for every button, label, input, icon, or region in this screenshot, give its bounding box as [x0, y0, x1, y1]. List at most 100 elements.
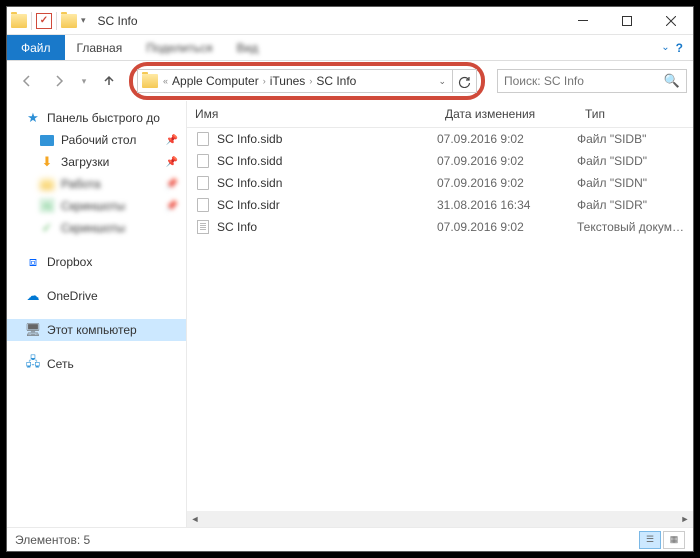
minimize-icon [578, 20, 588, 21]
arrow-left-icon [20, 74, 34, 88]
file-row[interactable]: SC Info07.09.2016 9:02Текстовый докум… [187, 216, 693, 238]
file-name: SC Info.sidb [217, 132, 282, 146]
file-date: 07.09.2016 9:02 [437, 154, 577, 168]
chevron-down-icon: ⌄ [661, 42, 669, 53]
help-icon[interactable]: ? [676, 41, 683, 55]
pin-icon: 📌 [166, 179, 178, 190]
file-row[interactable]: SC Info.sidn07.09.2016 9:02Файл "SIDN" [187, 172, 693, 194]
file-name: SC Info.sidr [217, 198, 280, 212]
file-name-cell: SC Info.sidn [187, 175, 437, 191]
sidebar-network[interactable]: 🖧 Сеть [7, 353, 186, 375]
scroll-left-icon[interactable]: ◄ [187, 511, 203, 527]
check-icon: ✓ [39, 220, 55, 236]
file-name: SC Info.sidd [217, 154, 282, 168]
explorer-window: ✓ ▾ SC Info Файл Главная Поделиться Вид … [6, 6, 694, 552]
breadcrumb-item[interactable]: SC Info [313, 74, 359, 88]
sidebar-this-pc[interactable]: 🖥 Этот компьютер [7, 319, 186, 341]
refresh-button[interactable] [453, 69, 477, 93]
address-bar[interactable]: « Apple Computer › iTunes › SC Info ⌄ [137, 69, 453, 93]
close-icon [666, 16, 676, 26]
navigation-pane: ★ Панель быстрого до Рабочий стол 📌 ⬇ За… [7, 101, 187, 527]
sidebar-downloads[interactable]: ⬇ Загрузки 📌 [7, 151, 186, 173]
tab-home[interactable]: Главная [65, 35, 135, 60]
sidebar-item-label: Панель быстрого до [47, 111, 160, 125]
search-box[interactable]: 🔍 [497, 69, 687, 93]
sidebar-item[interactable]: ✓ Скриншоты [7, 217, 186, 239]
ribbon-toggle[interactable]: ⌄ ? [651, 35, 693, 60]
pin-icon: 📌 [166, 201, 178, 212]
maximize-icon [622, 16, 632, 26]
file-row[interactable]: SC Info.sidd07.09.2016 9:02Файл "SIDD" [187, 150, 693, 172]
view-details-button[interactable]: ☰ [639, 531, 661, 549]
ribbon-tabs: Файл Главная Поделиться Вид ⌄ ? [7, 35, 693, 61]
breadcrumb-overflow-icon[interactable]: « [162, 76, 169, 86]
qat-properties-icon[interactable]: ✓ [36, 13, 52, 29]
maximize-button[interactable] [605, 7, 649, 35]
column-date[interactable]: Дата изменения [437, 105, 577, 123]
sidebar-item-label: Рабочий стол [61, 133, 136, 147]
scroll-right-icon[interactable]: ► [677, 511, 693, 527]
sidebar-quick-access[interactable]: ★ Панель быстрого до [7, 107, 186, 129]
tab-share[interactable]: Поделиться [134, 35, 224, 60]
breadcrumb-item[interactable]: Apple Computer [169, 74, 262, 88]
sidebar-onedrive[interactable]: ☁ OneDrive [7, 285, 186, 307]
file-list: SC Info.sidb07.09.2016 9:02Файл "SIDB"SC… [187, 128, 693, 511]
status-bar: Элементов: 5 ☰ ▦ [7, 527, 693, 551]
forward-button[interactable] [45, 67, 73, 95]
sidebar-item-label: OneDrive [47, 289, 98, 303]
network-icon: 🖧 [25, 356, 41, 372]
file-date: 07.09.2016 9:02 [437, 176, 577, 190]
up-button[interactable] [95, 67, 123, 95]
file-icon [195, 219, 211, 235]
file-date: 31.08.2016 16:34 [437, 198, 577, 212]
address-dropdown-icon[interactable]: ⌄ [432, 76, 452, 87]
sidebar-item[interactable]: 🖼 Скриншоты 📌 [7, 195, 186, 217]
file-name: SC Info.sidn [217, 176, 282, 190]
star-icon: ★ [25, 110, 41, 126]
file-name-cell: SC Info.sidb [187, 131, 437, 147]
quick-access-toolbar: ✓ ▾ [7, 12, 90, 30]
separator [31, 12, 32, 30]
column-name[interactable]: Имя [187, 105, 437, 123]
folder-icon [39, 176, 55, 192]
file-name-cell: SC Info.sidd [187, 153, 437, 169]
close-button[interactable] [649, 7, 693, 35]
file-row[interactable]: SC Info.sidr31.08.2016 16:34Файл "SIDR" [187, 194, 693, 216]
file-icon [195, 153, 211, 169]
separator [56, 12, 57, 30]
search-input[interactable] [504, 74, 664, 88]
back-button[interactable] [13, 67, 41, 95]
folder-icon [11, 14, 27, 28]
item-count: Элементов: 5 [15, 533, 90, 547]
navigation-bar: ▾ « Apple Computer › iTunes › SC Info ⌄ … [7, 61, 693, 101]
sidebar-item-label: Загрузки [61, 155, 109, 169]
file-type: Файл "SIDB" [577, 132, 693, 146]
column-type[interactable]: Тип [577, 105, 693, 123]
sidebar-item-label: Dropbox [47, 255, 92, 269]
file-icon [195, 131, 211, 147]
sidebar-dropbox[interactable]: ⧈ Dropbox [7, 251, 186, 273]
sidebar-item-label: Работа [61, 177, 101, 191]
sidebar-desktop[interactable]: Рабочий стол 📌 [7, 129, 186, 151]
file-name-cell: SC Info [187, 219, 437, 235]
file-row[interactable]: SC Info.sidb 07.09.2016 9:02Файл "SIDB" [187, 128, 693, 150]
search-icon[interactable]: 🔍 [664, 73, 680, 89]
horizontal-scrollbar[interactable]: ◄ ► [187, 511, 693, 527]
file-date: 07.09.2016 9:02 [437, 132, 577, 146]
qat-dropdown-icon[interactable]: ▾ [79, 15, 86, 26]
content-area: ★ Панель быстрого до Рабочий стол 📌 ⬇ За… [7, 101, 693, 527]
recent-dropdown[interactable]: ▾ [77, 67, 91, 95]
sidebar-item-label: Скриншоты [61, 199, 125, 213]
file-name-cell: SC Info.sidr [187, 197, 437, 213]
pc-icon: 🖥 [25, 322, 41, 338]
tab-view[interactable]: Вид [224, 35, 270, 60]
minimize-button[interactable] [561, 7, 605, 35]
downloads-icon: ⬇ [39, 154, 55, 170]
sidebar-item-label: Этот компьютер [47, 323, 137, 337]
arrow-up-icon [102, 74, 116, 88]
view-thumbnails-button[interactable]: ▦ [663, 531, 685, 549]
sidebar-item[interactable]: Работа 📌 [7, 173, 186, 195]
chevron-down-icon: ▾ [82, 76, 87, 87]
breadcrumb-item[interactable]: iTunes [267, 74, 309, 88]
tab-file[interactable]: Файл [7, 35, 65, 60]
